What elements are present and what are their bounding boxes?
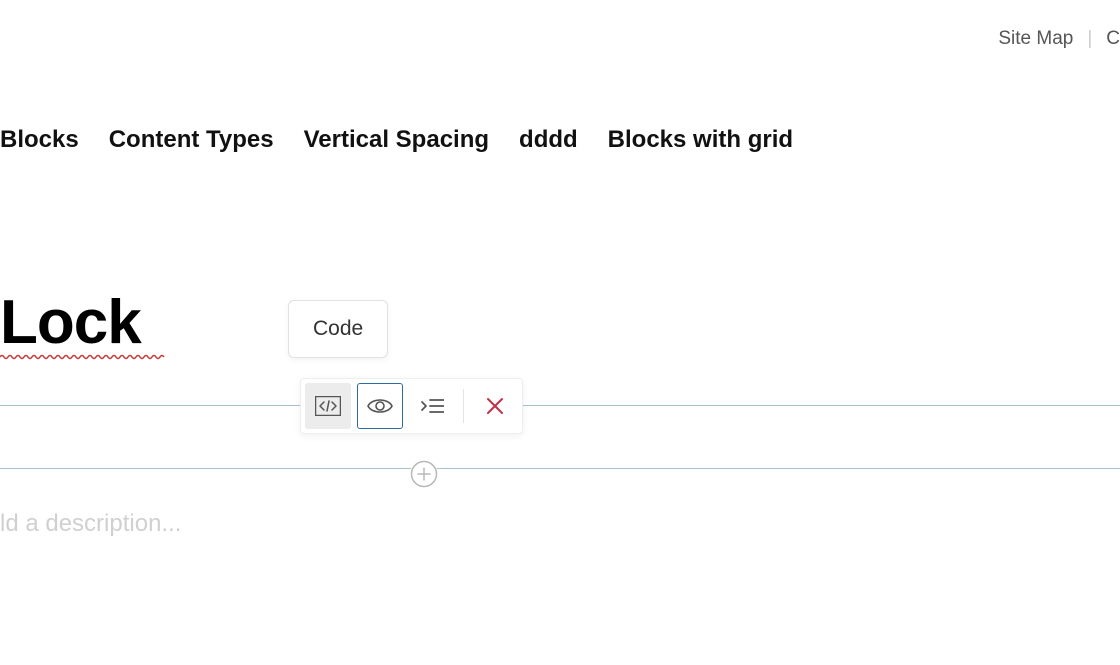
nav-tab-dddd[interactable]: dddd <box>519 126 578 154</box>
add-block-button[interactable] <box>410 460 438 488</box>
link-divider: | <box>1087 28 1092 50</box>
eye-icon <box>366 396 394 416</box>
nav-tab-blocks-grid[interactable]: Blocks with grid <box>608 126 793 154</box>
code-button[interactable] <box>305 383 351 429</box>
nav-tab-content-types[interactable]: Content Types <box>109 126 274 154</box>
close-button[interactable] <box>472 383 518 429</box>
toolbar-separator <box>463 389 464 423</box>
close-icon <box>486 397 504 415</box>
plus-circle-icon <box>410 460 438 488</box>
preview-button[interactable] <box>357 383 403 429</box>
code-icon <box>315 396 341 416</box>
indent-icon <box>420 396 444 416</box>
nav-tab-blocks[interactable]: Blocks <box>0 126 79 154</box>
page-title[interactable]: Lock <box>0 287 141 358</box>
indent-button[interactable] <box>409 383 455 429</box>
block-divider-line <box>0 405 1120 406</box>
top-link-partial[interactable]: C <box>1106 28 1120 50</box>
code-tooltip: Code <box>288 300 388 358</box>
top-links: Site Map | C <box>998 28 1120 50</box>
description-input[interactable] <box>0 510 600 538</box>
nav-tabs: Blocks Content Types Vertical Spacing dd… <box>0 126 793 154</box>
site-map-link[interactable]: Site Map <box>998 28 1073 50</box>
insert-divider-line <box>0 468 1120 469</box>
block-toolbar <box>300 378 523 434</box>
nav-tab-vertical-spacing[interactable]: Vertical Spacing <box>304 126 489 154</box>
